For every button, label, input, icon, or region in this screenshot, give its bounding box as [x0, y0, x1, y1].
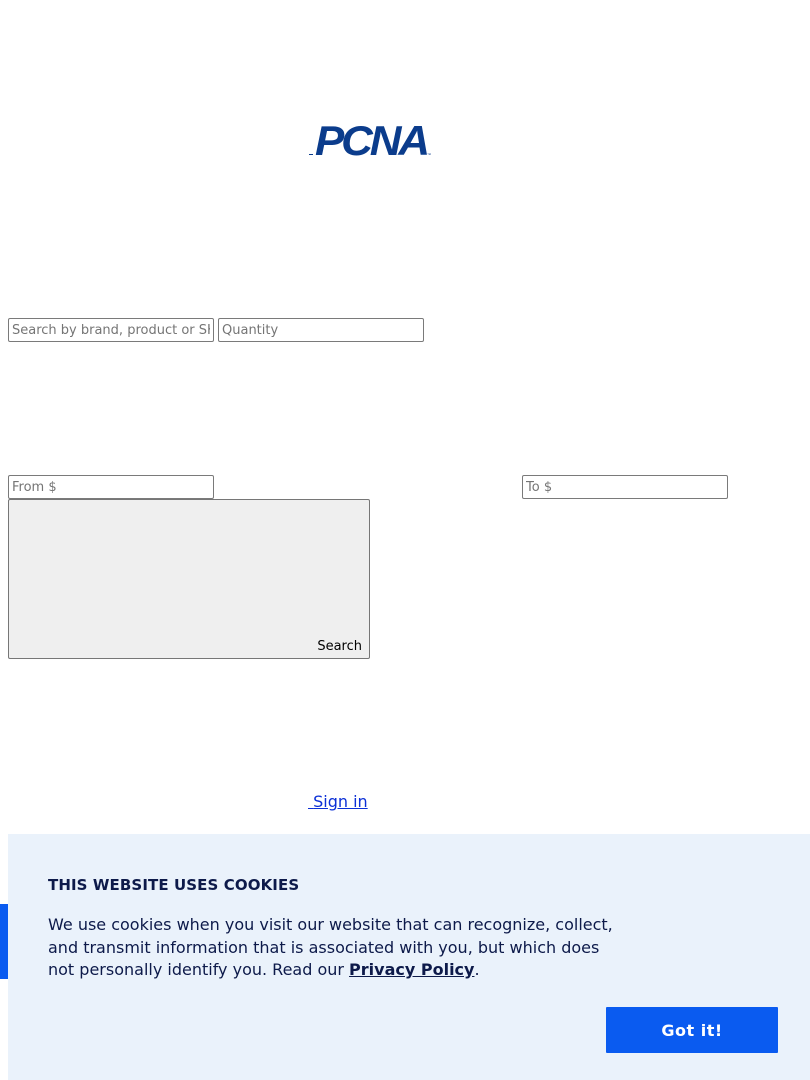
cookie-banner-title: THIS WEBSITE USES COOKIES [48, 876, 300, 894]
cookie-banner-body: We use cookies when you visit our websit… [48, 915, 613, 979]
search-button-label: Search [317, 639, 362, 654]
accept-cookies-button[interactable]: Got it! [606, 1007, 778, 1053]
search-input[interactable] [8, 318, 214, 342]
privacy-policy-link[interactable]: Privacy Policy [349, 960, 474, 979]
pcna-logo: PCNA ™ [315, 122, 431, 158]
logo-link[interactable]: PCNA ™ [309, 122, 433, 158]
price-to-input[interactable] [522, 475, 728, 499]
cookie-banner: THIS WEBSITE USES COOKIES We use cookies… [8, 834, 810, 1080]
pcna-logo-text: PCNA [315, 122, 428, 158]
price-from-input[interactable] [8, 475, 214, 499]
cookie-banner-body-end: . [474, 960, 480, 979]
quantity-input[interactable] [218, 318, 424, 342]
search-button[interactable]: Search [8, 499, 370, 659]
svg-text:™: ™ [427, 152, 431, 157]
sign-in-label: Sign in [313, 792, 368, 811]
side-feedback-tab[interactable] [0, 904, 8, 979]
sign-in-link[interactable]: Sign in [308, 792, 368, 811]
cookie-banner-text: We use cookies when you visit our websit… [48, 914, 618, 982]
